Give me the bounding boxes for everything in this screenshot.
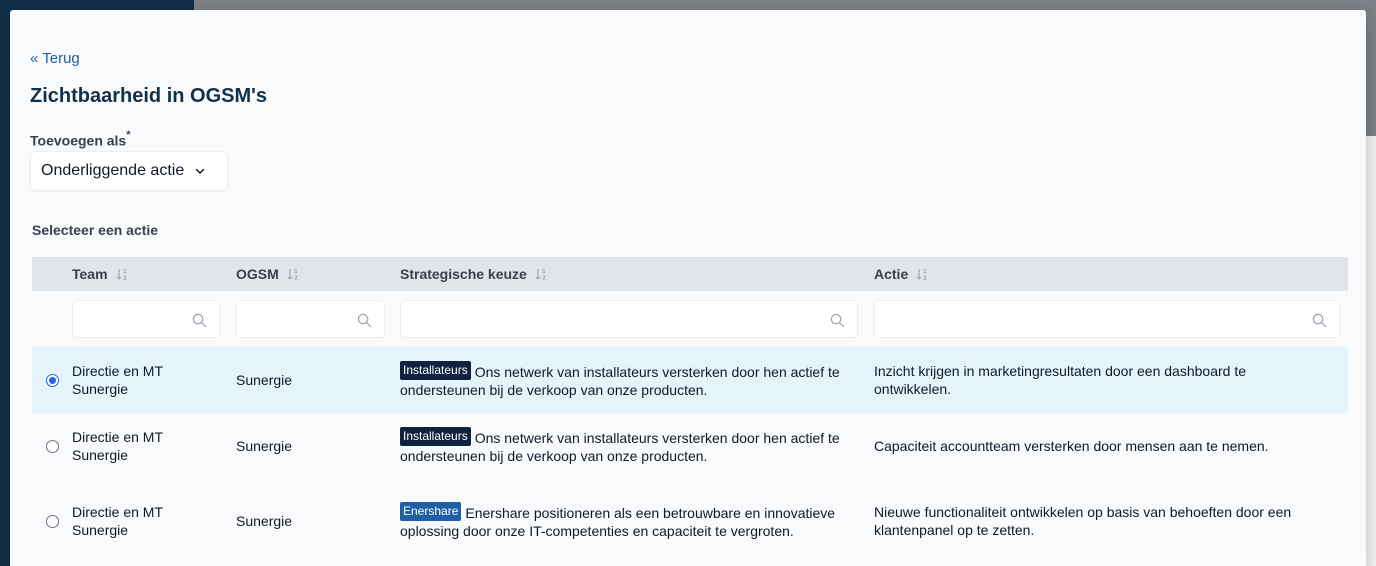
cell-strategic-choice: Installateurs Ons netwerk van installateu…: [400, 427, 874, 465]
row-radio-cell: [32, 439, 72, 453]
cell-ogsm: Sunergie: [236, 372, 293, 388]
svg-text:2: 2: [294, 276, 298, 282]
sort-icon: 12: [287, 269, 298, 282]
tag-badge: Enershare: [400, 502, 462, 521]
column-header-team-label: Team: [72, 266, 108, 282]
search-icon: [830, 313, 845, 328]
search-icon: [357, 313, 372, 328]
filter-cell-strategic-choice: [400, 300, 874, 338]
table-row[interactable]: Directie en MT Sunergie Sunergie Install…: [32, 413, 1348, 479]
tag-badge: Installateurs: [400, 361, 471, 380]
ogsm-visibility-modal: « Terug Zichtbaarheid in OGSM's Toevoege…: [10, 10, 1366, 566]
cell-strategic-choice: Installateurs Ons netwerk van installateu…: [400, 361, 874, 399]
cell-strategic-choice: Enershare Enershare positioneren als een …: [400, 502, 874, 540]
row-radio-cell: [32, 514, 72, 528]
row-radio-cell: [32, 373, 72, 387]
team-filter-field: [72, 300, 220, 338]
strategic-choice-filter-field: [400, 300, 858, 338]
table-header: Team 12 OGSM 12 Strategische keuze 12 Ac…: [32, 257, 1348, 291]
sort-icon: 12: [916, 269, 927, 282]
cell-team: Directie en MT Sunergie: [72, 429, 163, 463]
cell-team: Directie en MT Sunergie: [72, 504, 163, 538]
row-radio[interactable]: [45, 373, 59, 387]
cell-team: Directie en MT Sunergie: [72, 363, 163, 397]
sort-icon: 12: [116, 269, 127, 282]
column-header-strategic-choice[interactable]: Strategische keuze 12: [400, 266, 874, 282]
search-icon: [1312, 313, 1327, 328]
cell-ogsm: Sunergie: [236, 438, 293, 454]
required-mark: *: [126, 129, 131, 141]
table-row[interactable]: Directie en MT Sunergie Sunergie Enersha…: [32, 479, 1348, 563]
svg-text:1: 1: [542, 269, 546, 275]
tag-badge: Installateurs: [400, 427, 471, 446]
add-as-label-text: Toevoegen als: [30, 132, 127, 149]
column-header-action[interactable]: Actie 12: [874, 266, 1334, 282]
strategic-choice-text: Enershare positioneren als een betrouwba…: [400, 505, 836, 539]
actions-table: Team 12 OGSM 12 Strategische keuze 12 Ac…: [32, 257, 1348, 563]
page-title: Zichtbaarheid in OGSM's: [30, 85, 268, 107]
svg-text:1: 1: [923, 269, 927, 275]
action-filter-field: [874, 300, 1340, 338]
row-radio[interactable]: [45, 514, 59, 528]
cell-action: Inzicht krijgen in marketingresultaten d…: [874, 363, 1246, 397]
svg-text:2: 2: [923, 276, 927, 282]
svg-text:2: 2: [123, 276, 127, 282]
ogsm-filter-field: [236, 300, 385, 338]
sort-icon: 12: [535, 269, 546, 282]
column-header-strategic-choice-label: Strategische keuze: [400, 266, 527, 282]
cell-ogsm: Sunergie: [236, 513, 293, 529]
filter-cell-action: [874, 300, 1348, 338]
select-action-label: Selecteer een actie: [32, 222, 159, 238]
strategic-choice-filter-input[interactable]: [401, 301, 857, 337]
column-header-ogsm[interactable]: OGSM 12: [236, 266, 400, 282]
filter-cell-ogsm: [236, 300, 400, 338]
cell-action: Capaciteit accountteam versterken door m…: [874, 438, 1269, 454]
svg-text:1: 1: [294, 269, 298, 275]
cell-action: Nieuwe functionaliteit ontwikkelen op ba…: [874, 504, 1292, 538]
filter-cell-team: [72, 300, 236, 338]
back-link[interactable]: « Terug: [30, 50, 80, 67]
table-row[interactable]: Directie en MT Sunergie Sunergie Install…: [32, 347, 1348, 413]
svg-text:2: 2: [542, 276, 546, 282]
action-filter-input[interactable]: [875, 301, 1339, 337]
svg-text:1: 1: [123, 269, 127, 275]
add-as-select-value: Onderliggende actie: [41, 162, 185, 179]
filter-row: [32, 291, 1348, 347]
column-header-action-label: Actie: [874, 266, 909, 282]
add-as-select[interactable]: Onderliggende actie: [30, 151, 228, 191]
search-icon: [192, 313, 207, 328]
add-as-label: Toevoegen als*: [30, 129, 131, 149]
column-header-team[interactable]: Team 12: [72, 266, 236, 282]
row-radio[interactable]: [45, 439, 59, 453]
chevron-down-icon: [195, 168, 205, 174]
column-header-ogsm-label: OGSM: [236, 266, 279, 282]
